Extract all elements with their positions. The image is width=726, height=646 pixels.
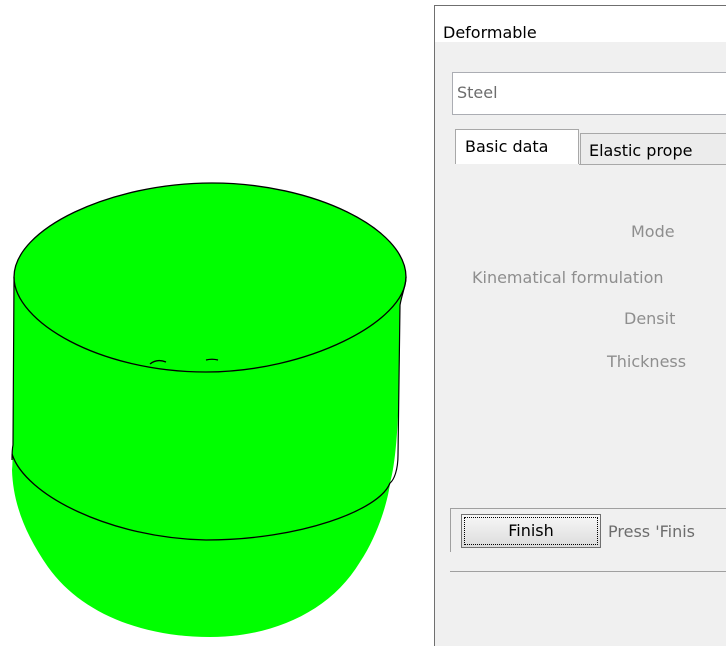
dialog-action-bar: Finish Press 'Finis <box>450 508 726 552</box>
application-window: Deformable Steel Basic data Elastic prop… <box>0 0 726 646</box>
tab-panel-divider <box>579 164 726 165</box>
dialog-title: Deformable <box>443 23 537 42</box>
deformable-body[interactable] <box>12 183 406 637</box>
finish-hint-text: Press 'Finis <box>608 522 695 541</box>
dialog-title-bar[interactable]: Deformable <box>435 6 726 42</box>
density-label: Densit <box>624 309 676 328</box>
model-label: Mode <box>631 222 675 241</box>
tab-elastic-properties[interactable]: Elastic prope <box>580 133 726 165</box>
3d-viewport[interactable] <box>0 0 432 646</box>
tab-elastic-properties-label: Elastic prope <box>589 141 693 160</box>
kinematical-formulation-label: Kinematical formulation <box>472 268 664 287</box>
material-name-text: Steel <box>457 83 498 102</box>
lower-panel-divider <box>450 571 726 572</box>
tab-basic-data[interactable]: Basic data <box>455 129 579 164</box>
material-name-field[interactable]: Steel <box>452 72 726 115</box>
finish-button[interactable]: Finish <box>461 514 601 548</box>
tab-basic-data-label: Basic data <box>465 137 549 156</box>
deformable-dialog: Deformable Steel Basic data Elastic prop… <box>434 5 726 646</box>
thickness-label: Thickness <box>607 352 687 371</box>
